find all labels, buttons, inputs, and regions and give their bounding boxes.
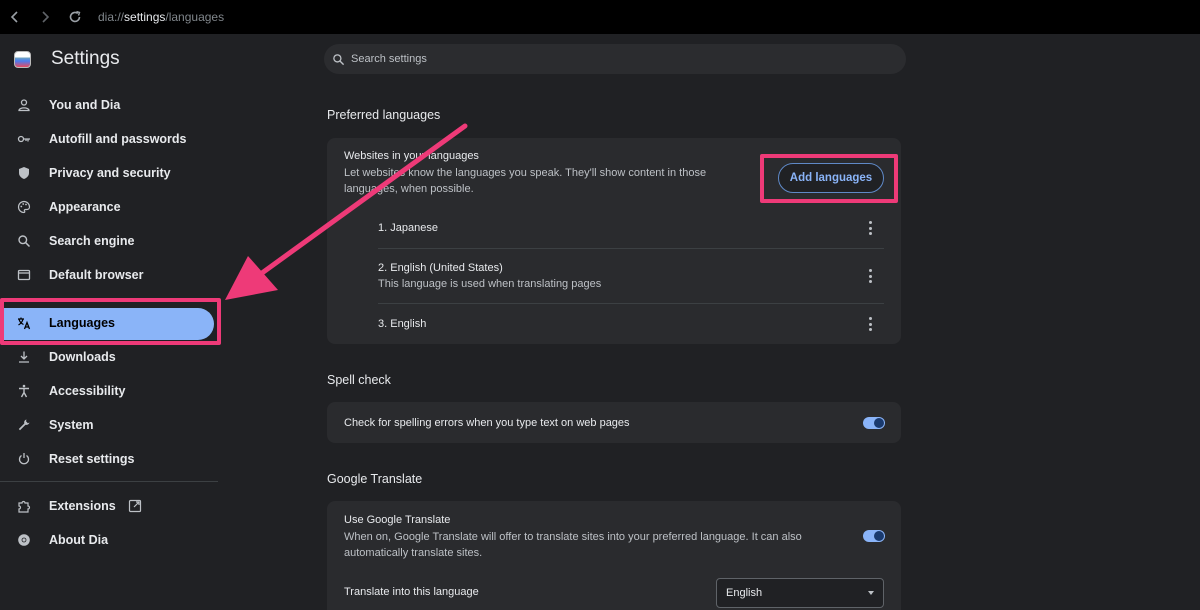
wrench-icon xyxy=(16,417,32,433)
sidebar-item-search-engine[interactable]: Search engine xyxy=(0,224,230,258)
back-button[interactable] xyxy=(0,0,30,34)
settings-sidebar: Settings You and Dia Autofill and passwo… xyxy=(0,34,230,610)
language-divider xyxy=(378,303,884,304)
spell-check-label: Check for spelling errors when you type … xyxy=(344,417,630,429)
sidebar-item-downloads[interactable]: Downloads xyxy=(0,340,230,374)
sidebar-item-label: Extensions xyxy=(49,499,116,513)
use-google-translate-title: Use Google Translate xyxy=(344,514,451,526)
selected-language: English xyxy=(726,587,763,599)
sidebar-item-label: System xyxy=(49,418,94,432)
sidebar-menu: You and Dia Autofill and passwords Priva… xyxy=(0,88,230,476)
sidebar-item-about[interactable]: About Dia xyxy=(0,523,230,557)
puzzle-icon xyxy=(16,498,32,514)
language-name: 3. English xyxy=(378,318,427,330)
sidebar-item-languages[interactable]: Languages xyxy=(0,306,230,340)
url-host: settings xyxy=(124,10,166,24)
sidebar-item-appearance[interactable]: Appearance xyxy=(0,190,230,224)
accessibility-icon xyxy=(16,383,32,399)
chevron-left-icon xyxy=(10,11,18,23)
websites-languages-desc-2: languages, when possible. xyxy=(344,183,474,195)
google-translate-toggle[interactable] xyxy=(863,530,885,542)
japanese-more-menu-icon[interactable] xyxy=(867,221,873,235)
sidebar-item-label: Default browser xyxy=(49,268,144,282)
person-icon xyxy=(16,97,32,113)
search-bar[interactable] xyxy=(324,44,906,74)
address-bar[interactable]: dia://settings/languages xyxy=(98,10,224,24)
search-icon xyxy=(16,233,32,249)
dropdown-caret-icon xyxy=(868,591,874,595)
translate-language-select[interactable]: English xyxy=(716,578,884,608)
sidebar-item-default-browser[interactable]: Default browser xyxy=(0,258,230,292)
sidebar-item-label: Autofill and passwords xyxy=(49,132,187,146)
sidebar-item-you-and-dia[interactable]: You and Dia xyxy=(0,88,230,122)
reload-button[interactable] xyxy=(60,0,90,34)
translate-icon xyxy=(16,315,32,331)
sidebar-item-label: Search engine xyxy=(49,234,135,248)
section-title-spell-check: Spell check xyxy=(327,373,391,387)
sidebar-item-label: Languages xyxy=(49,316,115,330)
websites-languages-desc-1: Let websites know the languages you spea… xyxy=(344,167,707,179)
language-row-english: 3. English xyxy=(378,318,884,330)
language-note: This language is used when translating p… xyxy=(378,278,602,290)
use-google-translate-desc-2: automatically translate sites. xyxy=(344,547,483,559)
search-input[interactable] xyxy=(351,53,851,65)
sidebar-item-accessibility[interactable]: Accessibility xyxy=(0,374,230,408)
use-google-translate-desc-1: When on, Google Translate will offer to … xyxy=(344,531,802,543)
key-icon xyxy=(16,131,32,147)
sidebar-item-label: You and Dia xyxy=(49,98,121,112)
language-row-japanese: 1. Japanese xyxy=(378,222,884,234)
browser-window-icon xyxy=(16,267,32,283)
sidebar-item-reset[interactable]: Reset settings xyxy=(0,442,230,476)
sidebar-item-label: About Dia xyxy=(49,533,109,547)
chrome-logo-icon xyxy=(16,532,32,548)
language-name: 2. English (United States) xyxy=(378,262,503,274)
reload-icon xyxy=(69,10,81,23)
chevron-right-icon xyxy=(42,11,50,23)
sidebar-divider xyxy=(0,481,218,482)
download-icon xyxy=(16,349,32,365)
sidebar-item-label: Reset settings xyxy=(49,452,135,466)
search-icon xyxy=(333,53,345,65)
language-name: 1. Japanese xyxy=(378,222,438,234)
forward-button[interactable] xyxy=(30,0,60,34)
sidebar-item-label: Privacy and security xyxy=(49,166,171,180)
arrow-head xyxy=(225,256,278,300)
sidebar-item-label: Accessibility xyxy=(49,384,126,398)
sidebar-item-system[interactable]: System xyxy=(0,408,230,442)
browser-toolbar: dia://settings/languages xyxy=(0,0,1200,34)
section-title-preferred-languages: Preferred languages xyxy=(327,108,441,122)
websites-languages-title: Websites in your languages xyxy=(344,150,479,162)
language-row-english-us: 2. English (United States) This language… xyxy=(378,262,884,292)
sidebar-item-privacy[interactable]: Privacy and security xyxy=(0,156,230,190)
reset-icon xyxy=(16,451,32,467)
dia-logo-icon xyxy=(14,50,31,68)
settings-brand: Settings xyxy=(14,48,120,70)
spell-check-toggle[interactable] xyxy=(863,417,885,429)
url-path: /languages xyxy=(165,10,225,24)
url-scheme: dia:// xyxy=(98,10,125,24)
external-link-icon xyxy=(128,499,141,513)
english-more-menu-icon[interactable] xyxy=(867,317,873,331)
page-title: Settings xyxy=(51,48,120,69)
sidebar-footer-menu: Extensions About Dia xyxy=(0,489,230,557)
sidebar-item-autofill[interactable]: Autofill and passwords xyxy=(0,122,230,156)
add-languages-button[interactable]: Add languages xyxy=(778,163,884,193)
sidebar-item-extensions[interactable]: Extensions xyxy=(0,489,230,523)
palette-icon xyxy=(16,199,32,215)
shield-icon xyxy=(16,165,32,181)
english-us-more-menu-icon[interactable] xyxy=(867,269,873,283)
translate-into-label: Translate into this language xyxy=(344,586,479,598)
section-title-google-translate: Google Translate xyxy=(327,472,423,486)
sidebar-item-label: Appearance xyxy=(49,200,121,214)
sidebar-item-label: Downloads xyxy=(49,350,116,364)
language-divider xyxy=(378,248,884,249)
